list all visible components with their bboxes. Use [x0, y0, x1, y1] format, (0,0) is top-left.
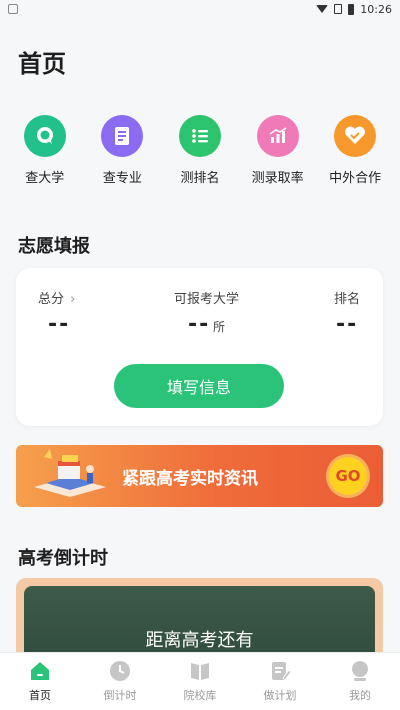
wifi-icon — [316, 5, 329, 13]
total-score-label: 总分 — [38, 292, 65, 307]
tab-plan[interactable]: 做计划 — [240, 653, 320, 710]
profile-icon — [352, 661, 368, 681]
bar-chart-icon — [256, 115, 299, 157]
tab-college-library[interactable]: 院校库 — [160, 653, 240, 710]
colleges-value: -- — [188, 312, 211, 337]
tab-label: 院校库 — [183, 689, 217, 702]
rank-value: -- — [336, 312, 359, 337]
countdown-text: 距离高考还有 — [145, 630, 254, 651]
fill-info-button[interactable]: 填写信息 — [114, 364, 284, 408]
home-icon — [31, 662, 49, 680]
volunteer-card: 总分 › -- 可报考大学 -- 所 排名 -- 填写信息 — [16, 268, 383, 426]
rank-label: 排名 — [334, 292, 361, 307]
colleges-unit: 所 — [213, 320, 226, 334]
clock-icon — [110, 661, 130, 681]
tab-label: 倒计时 — [103, 689, 137, 702]
quick-entry-admission-rate[interactable]: 测录取率 — [242, 115, 314, 186]
go-button[interactable]: GO — [329, 457, 367, 495]
quick-entry-joint-program[interactable]: 中外合作 — [319, 115, 391, 186]
total-score-value: -- — [48, 312, 71, 337]
quick-entry-find-college[interactable]: 查大学 — [9, 115, 81, 186]
notification-icon — [8, 4, 18, 14]
colleges-label: 可报考大学 — [174, 292, 240, 307]
heart-handshake-icon — [334, 115, 377, 157]
status-time: 10:26 — [360, 2, 392, 16]
quick-entry-test-rank[interactable]: 测排名 — [164, 115, 236, 186]
sim-icon — [334, 4, 343, 14]
list-icon — [178, 115, 221, 157]
status-bar: 10:26 — [0, 0, 400, 18]
quick-entry-label: 查专业 — [102, 171, 142, 186]
edit-note-icon — [272, 662, 292, 681]
tab-profile[interactable]: 我的 — [320, 653, 400, 710]
quick-entry-label: 测排名 — [180, 171, 220, 186]
quick-entry-label: 中外合作 — [329, 171, 382, 186]
volunteer-section-title: 志愿填报 — [18, 236, 90, 257]
tab-countdown[interactable]: 倒计时 — [80, 653, 160, 710]
tab-label: 做计划 — [263, 689, 297, 702]
total-score-link[interactable]: 总分 › — [38, 288, 75, 307]
quick-entry-label: 查大学 — [25, 171, 65, 186]
bottom-tab-bar: 首页 倒计时 院校库 做计划 我的 — [0, 652, 400, 710]
document-icon — [101, 115, 144, 157]
quick-entry-label: 测录取率 — [251, 171, 304, 186]
books-illustration — [34, 449, 106, 497]
news-banner[interactable]: 紧跟高考实时资讯 GO — [16, 445, 383, 507]
countdown-section-title: 高考倒计时 — [18, 548, 108, 569]
battery-icon — [348, 3, 355, 15]
tab-label: 我的 — [349, 689, 371, 702]
tab-label: 首页 — [29, 689, 51, 702]
search-bubble-icon — [23, 115, 66, 157]
banner-text: 紧跟高考实时资讯 — [122, 469, 258, 489]
page-title: 首页 — [18, 50, 66, 78]
tab-home[interactable]: 首页 — [0, 653, 80, 710]
book-icon — [191, 663, 209, 680]
chevron-right-icon: › — [70, 292, 76, 307]
quick-entries: 查大学 查专业 测排名 测录取率 中外合作 — [0, 115, 400, 186]
quick-entry-find-major[interactable]: 查专业 — [86, 115, 158, 186]
